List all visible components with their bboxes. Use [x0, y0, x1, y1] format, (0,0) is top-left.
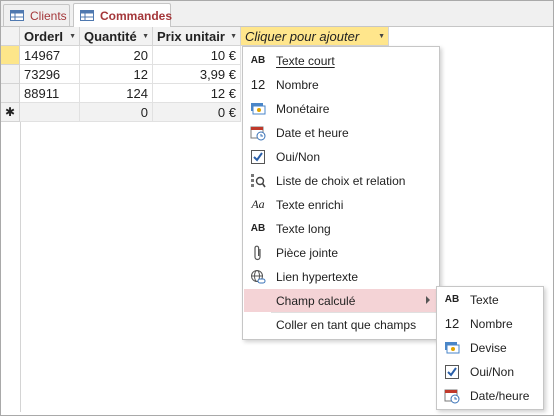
cell-quantite[interactable]: 20 — [80, 46, 153, 65]
number-icon: 12 — [250, 77, 266, 92]
cell-quantite[interactable]: 124 — [80, 84, 153, 103]
menu-item-lien-hypertexte[interactable]: Lien hypertexte — [244, 265, 438, 288]
table-icon — [80, 10, 94, 21]
dropdown-arrow-icon[interactable]: ▼ — [378, 33, 385, 40]
row-selector[interactable] — [1, 65, 20, 84]
menu-item-label: Texte court — [276, 53, 335, 68]
lookup-icon — [249, 172, 267, 190]
cell-quantite-new[interactable]: 0 — [80, 103, 153, 122]
dropdown-arrow-icon[interactable]: ▼ — [142, 33, 149, 40]
menu-item-label: Monétaire — [276, 101, 330, 116]
submenu-item-oui-non[interactable]: Oui/Non — [438, 360, 542, 383]
dropdown-arrow-icon[interactable]: ▼ — [230, 33, 237, 40]
menu-item-coller-champs[interactable]: Coller en tant que champs — [244, 313, 438, 336]
cell-prix[interactable]: 10 € — [153, 46, 241, 65]
menu-item-label: Liste de choix et relation — [276, 173, 406, 188]
cell-prix[interactable]: 3,99 € — [153, 65, 241, 84]
rich-text-icon: Aa — [251, 197, 265, 211]
menu-item-texte-long[interactable]: AB Texte long — [244, 217, 438, 240]
menu-item-label: Champ calculé — [276, 293, 356, 308]
menu-item-piece-jointe[interactable]: Pièce jointe — [244, 241, 438, 264]
short-text-icon: AB — [444, 294, 460, 305]
tab-clients[interactable]: Clients — [3, 4, 70, 26]
currency-icon — [249, 100, 267, 118]
short-text-icon: AB — [250, 55, 266, 66]
menu-item-label: Coller en tant que champs — [276, 317, 417, 332]
calendar-icon — [443, 387, 461, 405]
number-icon: 12 — [444, 316, 460, 331]
cell-prix[interactable]: 12 € — [153, 84, 241, 103]
menu-item-label: Texte long — [276, 221, 331, 236]
column-header-label: Quantité — [84, 28, 137, 44]
menu-item-monetaire[interactable]: Monétaire — [244, 97, 438, 120]
menu-item-label: Nombre — [470, 316, 513, 331]
menu-item-label: Date et heure — [276, 125, 349, 140]
menu-item-date-heure[interactable]: Date et heure — [244, 121, 438, 144]
menu-item-texte-enrichi[interactable]: Aa Texte enrichi — [244, 193, 438, 216]
menu-item-label: Pièce jointe — [276, 245, 339, 260]
cell-quantite[interactable]: 12 — [80, 65, 153, 84]
cell-orderid[interactable]: 73296 — [20, 65, 80, 84]
menu-item-label: Nombre — [276, 77, 319, 92]
menu-item-label: Texte enrichi — [276, 197, 344, 212]
tab-label: Commandes — [100, 8, 173, 23]
cell-orderid[interactable]: 88911 — [20, 84, 80, 103]
menu-item-label: Date/heure — [470, 388, 530, 403]
row-selector[interactable] — [1, 84, 20, 103]
currency-icon — [443, 339, 461, 357]
tab-commandes[interactable]: Commandes — [73, 3, 173, 27]
cell-orderid-new[interactable] — [20, 103, 80, 122]
menu-item-oui-non[interactable]: Oui/Non — [244, 145, 438, 168]
field-type-menu: AB Texte court 12 Nombre Monétaire Date … — [242, 46, 440, 340]
cell-orderid[interactable]: 14967 — [20, 46, 80, 65]
paperclip-icon — [249, 244, 267, 262]
cell-prix-new[interactable]: 0 € — [153, 103, 241, 122]
column-header-orderid[interactable]: OrderI ▼ — [20, 27, 80, 46]
menu-item-label: Oui/Non — [470, 364, 515, 379]
column-header-quantite[interactable]: Quantité ▼ — [80, 27, 153, 46]
row-selector-column — [1, 122, 21, 412]
column-header-prix-unitaire[interactable]: Prix unitair ▼ — [153, 27, 241, 46]
row-selector[interactable] — [1, 46, 20, 65]
menu-item-label: Devise — [470, 340, 507, 355]
menu-item-liste-choix[interactable]: Liste de choix et relation — [244, 169, 438, 192]
dropdown-arrow-icon[interactable]: ▼ — [69, 33, 76, 40]
submenu-item-nombre[interactable]: 12 Nombre — [438, 312, 542, 335]
long-text-icon: AB — [250, 223, 266, 234]
submenu-item-texte[interactable]: AB Texte — [438, 288, 542, 311]
add-column-header[interactable]: Cliquer pour ajouter ▼ — [241, 27, 389, 46]
column-header-label: Cliquer pour ajouter — [245, 28, 360, 44]
checkbox-icon — [443, 363, 461, 381]
tab-label: Clients — [30, 8, 67, 23]
menu-item-texte-court[interactable]: AB Texte court — [244, 49, 438, 72]
select-all-corner[interactable] — [1, 27, 20, 46]
column-header-label: OrderI — [24, 28, 64, 44]
checkbox-icon — [249, 148, 267, 166]
menu-item-nombre[interactable]: 12 Nombre — [244, 73, 438, 96]
submenu-item-devise[interactable]: Devise — [438, 336, 542, 359]
calculated-field-submenu: AB Texte 12 Nombre Devise Oui/Non Date/h… — [436, 286, 544, 410]
column-header-label: Prix unitair — [157, 28, 225, 44]
menu-item-champ-calcule[interactable]: Champ calculé — [244, 289, 438, 312]
table-icon — [10, 10, 24, 21]
submenu-item-date-heure[interactable]: Date/heure — [438, 384, 542, 407]
menu-item-label: Lien hypertexte — [276, 269, 359, 284]
hyperlink-icon — [249, 268, 267, 286]
menu-item-label: Oui/Non — [276, 149, 321, 164]
new-record-marker[interactable]: ✱ — [1, 103, 20, 122]
menu-item-label: Texte — [470, 292, 499, 307]
submenu-arrow-icon — [426, 296, 430, 304]
calendar-icon — [249, 124, 267, 142]
